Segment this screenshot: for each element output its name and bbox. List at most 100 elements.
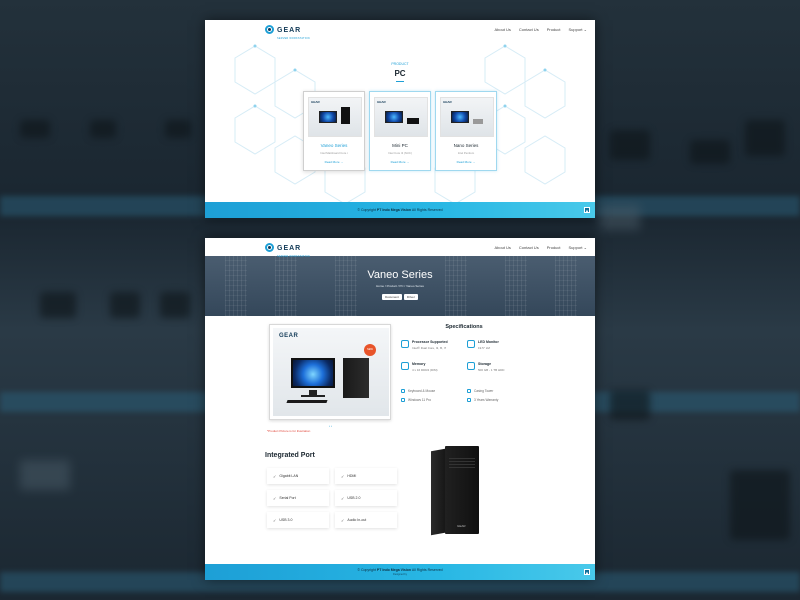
port-label: Gigabit LAN <box>279 474 299 478</box>
port-item: ✓ Serial Port <box>267 490 329 506</box>
arrow-up-icon: ▲ <box>585 570 589 575</box>
check-icon: ✓ <box>273 495 277 501</box>
brand-logo[interactable]: GEAR SERVER WORKSTATION <box>265 20 310 40</box>
main-menu: About Us Contact Us Product Support ⌄ <box>494 245 587 250</box>
brand-name: GEAR <box>277 244 302 252</box>
gear-logo-icon <box>265 24 274 34</box>
arrow-up-icon: ▲ <box>585 208 589 213</box>
backdrop-block <box>730 470 790 540</box>
port-item: ✓ Audio In-out <box>335 512 397 528</box>
check-icon: ✓ <box>341 495 345 501</box>
pc-tower-image: GEAR <box>431 446 491 536</box>
monitor-image <box>319 111 337 123</box>
monitor-image <box>385 111 403 123</box>
page-title: Vaneo Series <box>367 269 433 281</box>
gallery-image: GEAR NEW <box>273 328 389 416</box>
menu-item-about[interactable]: About Us <box>494 27 510 32</box>
menu-item-product[interactable]: Product <box>547 245 561 250</box>
windows-icon <box>401 398 405 402</box>
spec-memory: Memory 4 x 16 DDR4 (DIM) <box>401 362 438 372</box>
backdrop-block <box>160 292 190 318</box>
card-logo: GEAR <box>377 100 386 104</box>
product-gallery[interactable]: GEAR NEW <box>269 324 391 420</box>
spec-label: LED Monitor <box>478 340 499 344</box>
gallery-indicator[interactable]: • • <box>329 424 332 428</box>
footer-copyright: © Copyright PT Indo Mega Vision All Righ… <box>357 568 442 572</box>
check-icon: ✓ <box>341 517 345 523</box>
spec-value: Intel® Dual Core, i3, i5, i7 <box>412 346 447 350</box>
menu-item-product[interactable]: Product <box>547 27 561 32</box>
brand-name: GEAR <box>277 26 302 34</box>
feature-label: Keyboard & Mouse <box>408 389 436 393</box>
backdrop-block <box>690 140 730 164</box>
port-label: USB 2.0 <box>347 496 361 500</box>
read-more-link[interactable]: Read More → <box>436 160 496 164</box>
brand-logo[interactable]: GEAR SERVER WORKSTATION <box>265 238 310 258</box>
company-name: PT Indo Mega Vision <box>376 568 412 572</box>
menu-item-about[interactable]: About Us <box>494 245 510 250</box>
check-icon: ✓ <box>273 517 277 523</box>
feature-item: Casing Tower <box>467 389 493 393</box>
new-badge: NEW <box>364 344 376 356</box>
feature-item: Keyboard & Mouse <box>401 389 435 393</box>
breadcrumb[interactable]: Home / Product / PC / Vaneo Series <box>205 284 595 288</box>
nano-pc-image <box>473 119 483 124</box>
feature-label: Windows 11 Pro <box>408 398 431 402</box>
tower-side <box>431 448 445 536</box>
spec-label: Processor Supported <box>412 340 448 344</box>
menu-item-contact[interactable]: Contact Us <box>519 245 539 250</box>
product-card-vaneo[interactable]: GEAR Vaneo Series Intel Mainboard Core i… <box>303 91 365 171</box>
product-card-mini-pc[interactable]: GEAR Mini PC Intel Core i3 (NUC) Read Mo… <box>369 91 431 171</box>
hero-banner: Vaneo Series Home / Product / PC / Vaneo… <box>205 256 595 316</box>
menu-item-support-label: Support <box>568 26 583 32</box>
top-navbar: GEAR SERVER WORKSTATION About Us Contact… <box>205 238 595 258</box>
specifications-title: Specifications <box>445 324 483 330</box>
backdrop-block <box>600 205 640 230</box>
top-navbar: GEAR SERVER WORKSTATION About Us Contact… <box>205 20 595 40</box>
menu-item-support[interactable]: Support ⌄ <box>569 245 588 250</box>
back-to-top-button[interactable]: ▲ <box>584 207 590 213</box>
mini-pc-image <box>407 118 419 124</box>
menu-item-support[interactable]: Support ⌄ <box>569 27 588 32</box>
product-image: GEAR <box>308 97 362 137</box>
monitor-image <box>291 358 335 388</box>
product-image: GEAR <box>374 97 428 137</box>
cpu-icon <box>401 340 409 348</box>
driver-button[interactable]: Driver <box>403 294 418 300</box>
menu-item-contact[interactable]: Contact Us <box>519 27 539 32</box>
rights-text: All Rights Reserved <box>411 568 443 572</box>
gallery-brand-logo: GEAR <box>279 333 299 339</box>
warranty-icon <box>467 398 471 402</box>
back-to-top-button[interactable]: ▲ <box>584 569 590 575</box>
check-icon: ✓ <box>273 473 277 479</box>
port-item: ✓ USB 2.0 <box>335 490 397 506</box>
title-underline <box>396 81 404 82</box>
brand-subtitle: SERVER WORKSTATION <box>277 254 310 258</box>
monitor-base <box>301 395 325 397</box>
keyboard-image <box>286 400 328 403</box>
backdrop-block <box>745 120 785 156</box>
card-logo: GEAR <box>443 100 452 104</box>
backdrop-block <box>610 390 650 420</box>
port-label: Serial Port <box>279 496 296 500</box>
backdrop-block <box>20 120 50 138</box>
read-more-link[interactable]: Read More → <box>370 160 430 164</box>
gear-logo-icon <box>265 242 274 252</box>
brand-subtitle: SERVER WORKSTATION <box>277 36 310 40</box>
feature-item: 3 Years Warranty <box>467 398 498 402</box>
port-item: ✓ HDMI <box>335 468 397 484</box>
port-label: USB 3.0 <box>279 518 293 522</box>
tower-icon <box>467 389 471 393</box>
read-more-link[interactable]: Read More → <box>304 160 364 164</box>
page-category: PRODUCT <box>391 62 409 66</box>
spec-monitor: LED Monitor 19.5" LM <box>467 340 499 350</box>
copyright-text: © Copyright <box>357 208 376 212</box>
backdrop-block <box>165 120 191 138</box>
tower-badge: GEAR <box>457 524 466 528</box>
card-logo: GEAR <box>311 100 320 104</box>
document-button[interactable]: Document <box>382 294 402 300</box>
product-list-page: GEAR SERVER WORKSTATION About Us Contact… <box>205 20 595 218</box>
product-name: Nano Series <box>453 143 479 148</box>
tower-vent <box>449 456 475 468</box>
product-card-nano[interactable]: GEAR Nano Series Intel Pentium Read More… <box>435 91 497 171</box>
